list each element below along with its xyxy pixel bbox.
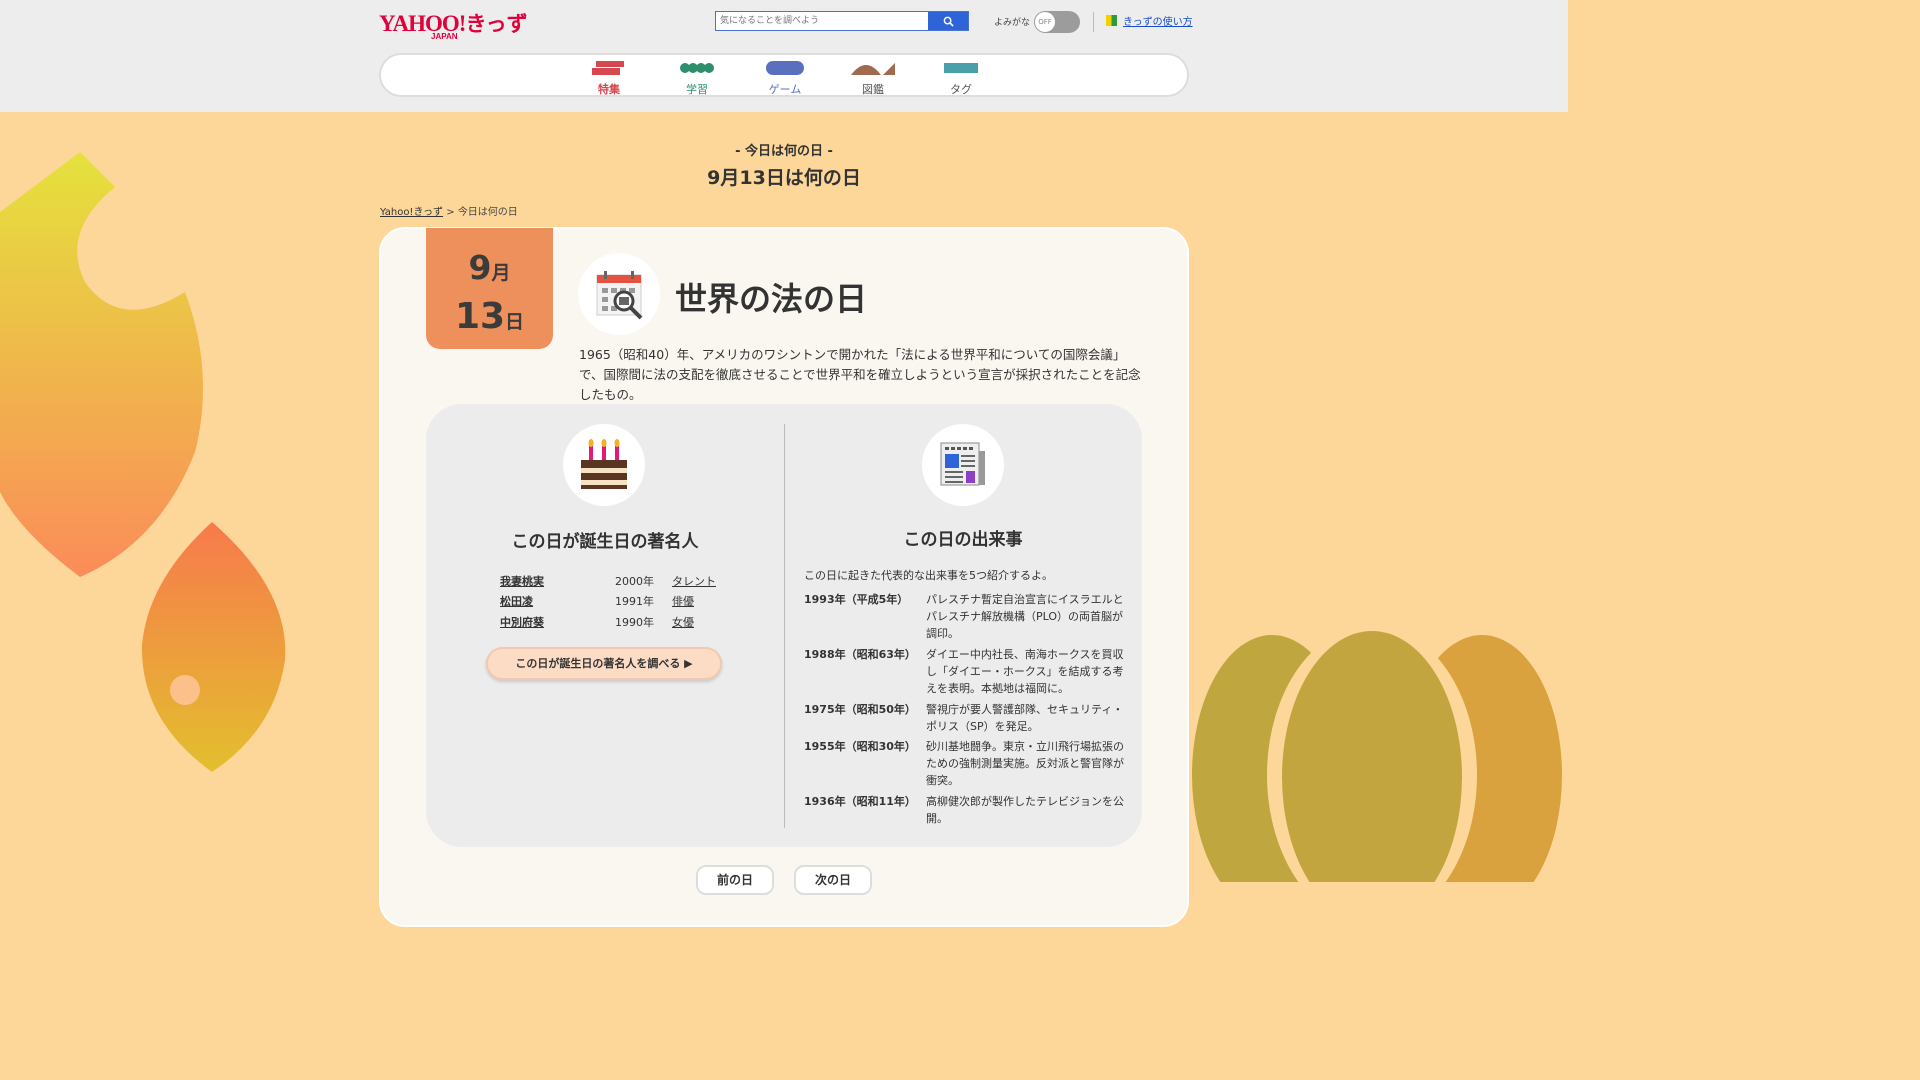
nav-item-game[interactable]: ゲーム [755,61,815,97]
search-input[interactable] [716,12,928,30]
event-year: 1993年（平成5年） [804,593,909,606]
top-header: YAHOO!きっず JAPAN よみがな OFF きっずの使い方 特集 学習 ゲ… [0,0,1568,112]
background-pumpkin-shape [1192,625,1562,882]
encyclopedia-icon [851,63,895,75]
header-divider [1093,12,1094,32]
date-day: 13 [454,296,506,337]
toggle-state: OFF [1035,12,1055,32]
event-text: ダイエー中内社長、南海ホークスを買収し「ダイエー・ホークス」を結成する考えを表明… [926,648,1124,695]
next-day-button[interactable]: 次の日 [794,865,872,895]
nav-label-study: 学習 [686,83,708,96]
event-year: 1975年（昭和50年） [804,703,916,716]
yahoo-kids-logo[interactable]: YAHOO!きっず JAPAN [379,8,528,41]
date-month-unit: 月 [491,262,511,284]
event-text: 高柳健次郎が製作したテレビジョンを公開。 [926,795,1124,825]
person-year: 2000年 [615,575,654,588]
page-title: 9月13日は何の日 [707,167,861,189]
breadcrumb-home-link[interactable]: Yahoo!きっず [380,207,443,218]
person-year: 1991年 [615,595,654,608]
event-text: パレスチナ暫定自治宣言にイスラエルとパレスチナ解放機構（PLO）の両首脳が調印。 [926,593,1124,640]
study-icon [680,63,714,73]
page-subtitle: - 今日は何の日 - [735,144,833,159]
game-controller-icon [766,61,804,75]
background-seed-shape [141,522,286,772]
beginner-leaf-icon [1106,15,1117,26]
breadcrumb-current: 今日は何の日 [457,207,518,218]
nav-item-feature[interactable]: 特集 [579,61,639,97]
person-year: 1990年 [615,616,654,629]
person-name-link[interactable]: 松田凌 [500,593,533,609]
calendar-icon-circle [578,253,660,335]
date-month: 9 [468,248,492,287]
person-name-link[interactable]: 我妻桃実 [500,573,544,589]
nav-label-feature: 特集 [598,83,620,96]
newspaper-icon-circle [922,424,1004,506]
nav-item-tag[interactable]: タグ [931,61,991,97]
nav-label-game: ゲーム [768,83,802,96]
yomigana-toggle[interactable]: OFF [1034,11,1080,33]
nav-item-study[interactable]: 学習 [667,61,727,97]
event-text: 警視庁が要人警護部隊、セキュリティ・ポリス（SP）を発足。 [926,703,1124,733]
prev-day-button[interactable]: 前の日 [696,865,774,895]
nav-label-tag: タグ [950,83,972,96]
event-year: 1955年（昭和30年） [804,740,916,753]
calendar-search-icon [596,271,643,320]
nav-label-encyclopedia: 図鑑 [862,83,884,96]
newspaper-icon [940,442,985,486]
feature-description: 1965（昭和40）年、アメリカのワシントンで開かれた「法による世界平和について… [579,347,1141,402]
feature-icon [592,61,624,75]
breadcrumb-separator: > [446,207,455,218]
birthday-section-title: この日が誕生日の著名人 [511,532,699,552]
search-box [715,11,969,31]
yomigana-label: よみがな [994,18,1031,28]
events-section-title: この日の出来事 [903,530,1023,550]
events-intro: この日に起きた代表的な出来事を5つ紹介するよ。 [804,569,1053,582]
search-icon [943,16,954,27]
birthday-cake-icon [581,439,627,489]
person-job-link[interactable]: タレント [672,573,716,589]
cake-icon-circle [563,424,645,506]
search-button[interactable] [928,12,968,30]
panel-divider [784,424,785,828]
person-job-link[interactable]: 女優 [672,614,694,630]
breadcrumb: Yahoo!きっず > 今日は何の日 [380,203,518,218]
date-day-unit: 日 [505,311,525,333]
event-year: 1936年（昭和11年） [804,795,916,808]
event-year: 1988年（昭和63年） [804,648,916,661]
feature-title: 世界の法の日 [675,280,868,318]
howto-link-label: きっずの使い方 [1123,17,1193,28]
person-job-link[interactable]: 俳優 [672,593,694,609]
nav-item-encyclopedia[interactable]: 図鑑 [843,61,903,97]
search-birthdays-button[interactable]: この日が誕生日の著名人を調べる ▶ [486,647,722,680]
event-text: 砂川基地闘争。東京・立川飛行場拡張のための強制測量実施。反対派と警官隊が衝突。 [926,740,1124,787]
howto-link[interactable]: きっずの使い方 [1106,13,1193,28]
main-nav: 特集 学習 ゲーム 図鑑 タグ [379,53,1189,97]
person-name-link[interactable]: 中別府葵 [500,614,544,630]
date-badge: 9月 13日 [426,228,553,349]
tag-icon [944,63,978,73]
